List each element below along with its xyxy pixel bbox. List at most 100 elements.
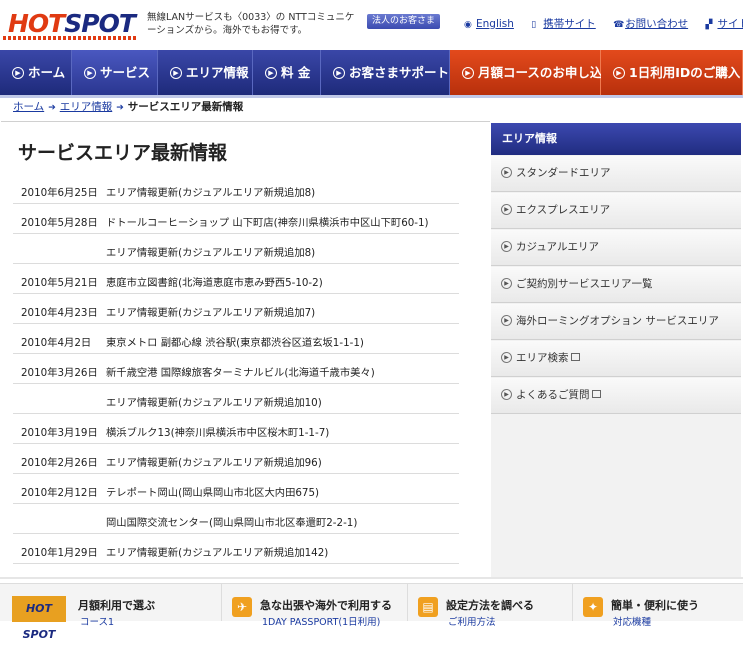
sidebar-item-label: 海外ローミングオプション サービスエリア	[516, 315, 719, 327]
external-window-icon	[591, 390, 601, 398]
news-text: テレポート岡山(岡山県岡山市北区大内田675)	[106, 487, 320, 499]
sidebar-item-label: カジュアルエリア	[516, 241, 599, 253]
footer-banner-setup[interactable]: ▤ 設定方法を調べる ご利用方法	[408, 584, 573, 628]
news-text: 恵庭市立図書館(北海道恵庭市恵み野西5-10-2)	[106, 277, 323, 289]
news-row: 2010年4月23日 エリア情報更新(カジュアルエリア新規追加7)	[13, 294, 459, 324]
sidebar-item[interactable]: ▶ ご契約別サービスエリア一覧	[491, 267, 741, 303]
mobile-icon: ▯	[531, 20, 537, 30]
footer-banner-devices[interactable]: ✦ 簡単・便利に使う 対応機種	[573, 584, 743, 628]
nav-pricing[interactable]: ▶ 料 金	[253, 50, 321, 95]
external-window-icon	[570, 353, 580, 361]
news-text: エリア情報更新(カジュアルエリア新規追加10)	[106, 397, 322, 409]
footer-banner-monthly[interactable]: HOT SPOT 月額利用で選ぶ コース1	[0, 584, 222, 641]
nav-monthly-signup[interactable]: ▶ 月額コースのお申し込み	[450, 50, 615, 95]
nav-service[interactable]: ▶ サービス	[72, 50, 158, 95]
footer-banners: HOT SPOT 月額利用で選ぶ コース1 ✈ 急な出張や海外で利用する 1DA…	[0, 583, 743, 641]
news-date: 2010年1月29日	[21, 547, 98, 559]
airplane-icon: ✈	[232, 597, 252, 617]
news-row: 2010年6月25日 エリア情報更新(カジュアルエリア新規追加8)	[13, 174, 459, 204]
sidebar-item[interactable]: ▶ 海外ローミングオプション サービスエリア	[491, 304, 741, 340]
news-list: 2010年6月25日 エリア情報更新(カジュアルエリア新規追加8) 2010年5月2…	[13, 174, 459, 564]
sidebar-item[interactable]: ▶ よくあるご質問	[491, 378, 741, 414]
news-row: 2010年2月12日 テレポート岡山(岡山県岡山市北区大内田675)	[13, 474, 459, 504]
news-date: 2010年4月2日	[21, 337, 92, 349]
arrow-right-icon: ▶	[501, 166, 512, 178]
news-row: エリア情報更新(カジュアルエリア新規追加10)	[13, 384, 459, 414]
breadcrumb: ホーム ➔ エリア情報 ➔ サービスエリア最新情報	[13, 100, 243, 115]
breadcrumb-home[interactable]: ホーム	[13, 101, 44, 113]
header-tagline: 無線LANサービスも〈0033〉の NTTコミュニケーションズから。海外でもお得…	[147, 12, 355, 36]
sidebar-item-label: エリア検索	[516, 352, 569, 364]
footer-banner-travel[interactable]: ✈ 急な出張や海外で利用する 1DAY PASSPORT(1日利用)	[222, 584, 408, 628]
sidebar-item-label: スタンダードエリア	[516, 167, 611, 179]
arrow-right-icon: ▶	[333, 66, 345, 79]
news-text: エリア情報更新(カジュアルエリア新規追加8)	[106, 187, 316, 199]
news-row: 2010年3月26日 新千歳空港 国際線旅客ターミナルビル(北海道千歳市美々)	[13, 354, 459, 384]
news-date: 2010年5月28日	[21, 217, 98, 229]
news-date: 2010年2月12日	[21, 487, 98, 499]
english-link[interactable]: English	[476, 18, 514, 30]
news-text: エリア情報更新(カジュアルエリア新規追加142)	[106, 547, 329, 559]
main-content: サービスエリア最新情報 2010年6月25日 エリア情報更新(カジュアルエリア新規…	[1, 121, 490, 577]
sitemap-icon: ▞	[705, 20, 713, 30]
footer-divider	[0, 577, 743, 579]
news-date: 2010年5月21日	[21, 277, 98, 289]
mobile-site-link[interactable]: 携帯サイト	[543, 18, 596, 30]
sidebar-item-label: よくあるご質問	[516, 389, 590, 401]
news-date: 2010年4月23日	[21, 307, 98, 319]
news-row: 2010年5月28日 ドトールコーヒーショップ 山下町店(神奈川県横浜市中区山下町…	[13, 204, 459, 234]
news-text: ドトールコーヒーショップ 山下町店(神奈川県横浜市中区山下町60-1)	[106, 217, 429, 229]
sidebar-item-label: ご契約別サービスエリア一覧	[516, 278, 653, 290]
sidebar-heading: エリア情報	[491, 123, 741, 155]
star-icon: ✦	[583, 597, 603, 617]
arrow-right-icon: ▶	[501, 388, 512, 400]
arrow-right-icon: ▶	[265, 66, 277, 79]
news-text: エリア情報更新(カジュアルエリア新規追加96)	[106, 457, 322, 469]
news-row: 2010年5月21日 恵庭市立図書館(北海道恵庭市恵み野西5-10-2)	[13, 264, 459, 294]
arrow-right-icon: ▶	[12, 66, 24, 79]
news-text: 東京メトロ 副都心線 渋谷駅(東京都渋谷区道玄坂1-1-1)	[106, 337, 364, 349]
nav-home[interactable]: ▶ ホーム	[0, 50, 72, 95]
nav-support[interactable]: ▶ お客さまサポート	[321, 50, 450, 95]
breadcrumb-arrow-icon: ➔	[48, 103, 56, 113]
arrow-right-icon: ▶	[462, 66, 474, 79]
news-row: 2010年4月2日 東京メトロ 副都心線 渋谷駅(東京都渋谷区道玄坂1-1-1)	[13, 324, 459, 354]
nav-daily-id-purchase[interactable]: ▶ 1日利用IDのご購入	[601, 50, 743, 95]
news-date: 2010年3月19日	[21, 427, 98, 439]
arrow-right-icon: ▶	[501, 203, 512, 215]
news-text: 横浜ブルク13(神奈川県横浜市中区桜木町1-1-7)	[106, 427, 330, 439]
news-row: 2010年3月19日 横浜ブルク13(神奈川県横浜市中区桜木町1-1-7)	[13, 414, 459, 444]
sidebar-item-label: エクスプレスエリア	[516, 204, 611, 216]
nav-area-info[interactable]: ▶ エリア情報	[158, 50, 253, 95]
breadcrumb-arrow-icon: ➔	[116, 103, 124, 113]
news-row: 2010年1月29日 エリア情報更新(カジュアルエリア新規追加142)	[13, 534, 459, 564]
arrow-right-icon: ▶	[613, 66, 625, 79]
breadcrumb-area-info[interactable]: エリア情報	[60, 101, 113, 113]
news-row: 2010年2月26日 エリア情報更新(カジュアルエリア新規追加96)	[13, 444, 459, 474]
utility-links: ◉ English ▯ 携帯サイト ☎お問い合わせ ▞ サイトマップ	[464, 16, 743, 31]
sitemap-link[interactable]: サイトマップ	[717, 18, 743, 30]
sidebar-item[interactable]: ▶ カジュアルエリア	[491, 230, 741, 266]
document-icon: ▤	[418, 597, 438, 617]
arrow-right-icon: ▶	[501, 277, 512, 289]
hotspot-logo[interactable]: HOTSPOT	[8, 10, 136, 38]
news-date: 2010年3月26日	[21, 367, 98, 379]
news-date: 2010年6月25日	[21, 187, 98, 199]
sidebar-item[interactable]: ▶ スタンダードエリア	[491, 156, 741, 192]
contact-link[interactable]: お問い合わせ	[625, 18, 688, 30]
sidebar-item[interactable]: ▶ エリア検索	[491, 341, 741, 377]
logo-stripes	[3, 36, 138, 40]
corporate-customers-button[interactable]: 法人のお客さま	[367, 14, 440, 29]
sidebar-item[interactable]: ▶ エクスプレスエリア	[491, 193, 741, 229]
news-date: 2010年2月26日	[21, 457, 98, 469]
sidebar: エリア情報 ▶ スタンダードエリア ▶ エクスプレスエリア ▶ カジュアルエリア ▶ ご契約別…	[491, 123, 741, 578]
arrow-right-icon: ▶	[501, 240, 512, 252]
arrow-right-icon: ▶	[501, 314, 512, 326]
globe-icon: ◉	[464, 20, 472, 30]
arrow-right-icon: ▶	[84, 66, 96, 79]
news-text: 新千歳空港 国際線旅客ターミナルビル(北海道千歳市美々)	[106, 367, 375, 379]
news-row: 岡山国際交流センター(岡山県岡山市北区奉還町2-2-1)	[13, 504, 459, 534]
phone-icon: ☎	[613, 20, 625, 30]
footer-hotspot-logo: HOT SPOT	[12, 596, 66, 641]
news-text: エリア情報更新(カジュアルエリア新規追加7)	[106, 307, 316, 319]
